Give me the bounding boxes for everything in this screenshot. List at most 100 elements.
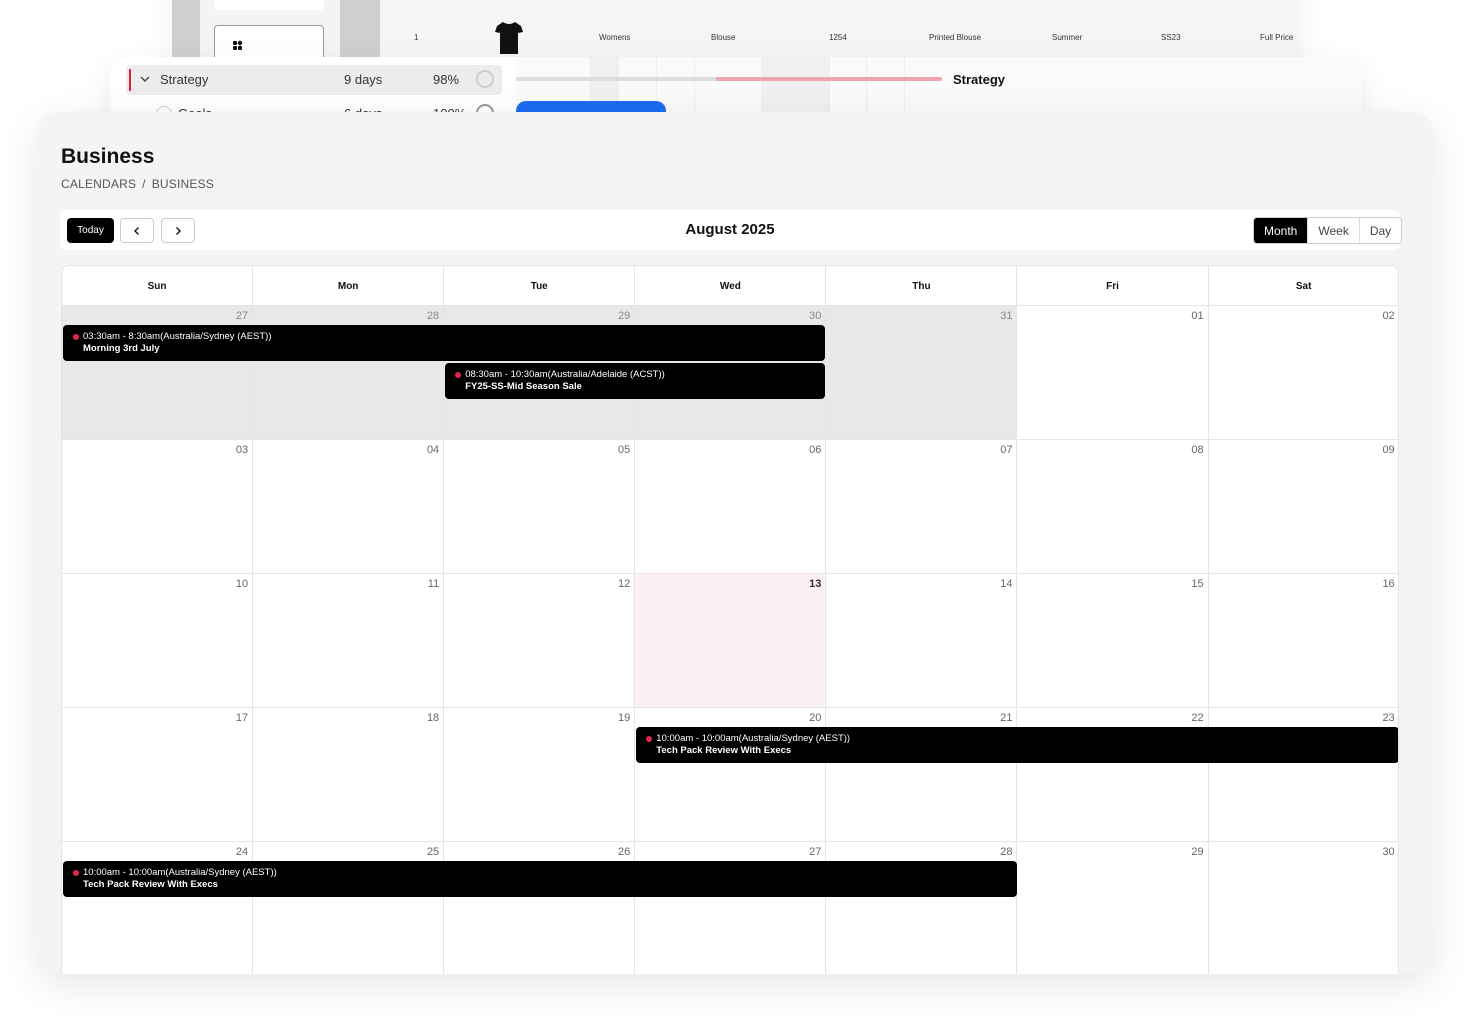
weekday-header: Sun Mon Tue Wed Thu Fri Sat xyxy=(62,266,1398,306)
day-number: 05 xyxy=(618,444,631,456)
view-week-button[interactable]: Week xyxy=(1308,218,1360,243)
breadcrumb-calendars[interactable]: CALENDARS xyxy=(61,177,136,191)
day-cell[interactable]: 11 xyxy=(253,574,445,708)
day-number: 02 xyxy=(1382,310,1395,322)
product-cell: Womens xyxy=(599,33,631,42)
weekday-tue: Tue xyxy=(444,266,636,306)
view-month-button[interactable]: Month xyxy=(1254,218,1309,243)
day-cell[interactable]: 17 xyxy=(62,708,254,842)
day-number: 08 xyxy=(1191,444,1204,456)
day-number: 18 xyxy=(426,712,440,724)
day-number: 06 xyxy=(809,444,822,456)
day-cell[interactable]: 29 xyxy=(1018,842,1209,974)
day-cell[interactable]: 19 xyxy=(444,708,636,842)
event-dot-icon xyxy=(455,372,462,378)
product-cell: Blouse xyxy=(711,33,736,42)
day-number: 26 xyxy=(618,846,631,858)
day-cell[interactable]: 03 xyxy=(62,440,254,574)
day-number: 29 xyxy=(618,310,631,322)
progress-ring-icon xyxy=(476,70,494,88)
month-title: August 2025 xyxy=(685,221,775,238)
gantt-row-days: 9 days xyxy=(344,72,383,87)
gantt-bar-label: Strategy xyxy=(953,72,1006,87)
day-cell[interactable]: 15 xyxy=(1017,574,1209,708)
day-cell[interactable]: 08 xyxy=(1017,440,1209,574)
weekday-wed: Wed xyxy=(635,266,827,306)
product-cell: Full Price xyxy=(1260,33,1294,42)
day-number: 22 xyxy=(1191,712,1204,724)
calendar-toolbar: Today August 2025 Month Week Day xyxy=(60,210,1403,250)
day-cell[interactable]: 04 xyxy=(253,440,445,574)
breadcrumb-business[interactable]: BUSINESS xyxy=(152,177,214,191)
calendar-event[interactable]: 03:30am - 8:30am(Australia/Sydney (AEST)… xyxy=(63,325,826,361)
event-time: 10:00am - 10:00am(Australia/Sydney (AEST… xyxy=(656,733,851,744)
day-number: 25 xyxy=(426,846,440,858)
day-cell[interactable]: 06 xyxy=(635,440,827,574)
weekday-sun: Sun xyxy=(62,266,254,306)
event-title: Tech Pack Review With Execs xyxy=(656,745,792,756)
day-number: 23 xyxy=(1382,712,1395,724)
day-number: 14 xyxy=(1000,578,1013,590)
event-title: Morning 3rd July xyxy=(83,343,160,354)
day-number: 20 xyxy=(809,712,822,724)
day-cell[interactable]: 09 xyxy=(1208,440,1398,574)
day-number: 31 xyxy=(1000,310,1013,322)
tshirt-icon xyxy=(495,22,523,54)
weekday-fri: Fri xyxy=(1018,266,1209,306)
day-cell[interactable]: 18 xyxy=(253,708,445,842)
chevron-down-icon[interactable] xyxy=(138,72,152,86)
day-number: 19 xyxy=(618,712,631,724)
calendar-event[interactable]: 10:00am - 10:00am(Australia/Sydney (AEST… xyxy=(63,861,1017,897)
day-number: 01 xyxy=(1191,310,1204,322)
day-number: 24 xyxy=(235,846,249,858)
event-title: Tech Pack Review With Execs xyxy=(83,879,218,890)
event-time: 08:30am - 10:30am(Australia/Adelaide (AC… xyxy=(465,369,665,380)
day-number: 04 xyxy=(426,444,440,456)
day-number: 11 xyxy=(427,578,440,590)
day-number: 17 xyxy=(235,712,249,724)
view-day-button[interactable]: Day xyxy=(1360,218,1401,243)
day-cell-today[interactable]: 13 xyxy=(635,574,827,708)
calendar-card: Business CALENDARS / BUSINESS Today August… xyxy=(38,112,1433,974)
day-cell[interactable]: 31 xyxy=(826,306,1018,440)
day-number: 27 xyxy=(235,310,249,322)
day-cell[interactable]: 05 xyxy=(444,440,636,574)
day-number: 03 xyxy=(235,444,249,456)
month-grid: Sun Mon Tue Wed Thu Fri Sat 27 28 29 30 31 01 02 03 04… xyxy=(61,265,1399,974)
product-cell: Summer xyxy=(1052,33,1083,42)
day-number: 12 xyxy=(618,578,631,590)
day-number: 28 xyxy=(426,310,440,322)
day-number: 27 xyxy=(809,846,822,858)
event-title: FY25-SS-Mid Season Sale xyxy=(465,381,582,392)
event-dot-icon xyxy=(73,334,79,340)
calendar-event[interactable]: 10:00am - 10:00am(Australia/Sydney (AEST… xyxy=(636,727,1398,763)
day-cell[interactable]: 16 xyxy=(1208,574,1398,708)
view-switcher: Month Week Day xyxy=(1253,217,1403,244)
weekday-sat: Sat xyxy=(1209,266,1398,306)
day-number: 07 xyxy=(1000,444,1013,456)
calendar-event[interactable]: 08:30am - 10:30am(Australia/Adelaide (AC… xyxy=(445,363,826,399)
day-cell[interactable]: 30 xyxy=(1209,842,1398,974)
gantt-row-strategy[interactable]: Strategy 9 days 98% xyxy=(126,65,502,95)
event-time: 10:00am - 10:00am(Australia/Sydney (AEST… xyxy=(83,867,277,878)
day-number: 10 xyxy=(235,578,249,590)
day-cell[interactable]: 01 xyxy=(1017,306,1209,440)
day-number: 15 xyxy=(1191,578,1204,590)
day-number: 29 xyxy=(1191,846,1204,858)
gantt-row-name: Strategy xyxy=(160,72,209,87)
weekday-mon: Mon xyxy=(253,266,445,306)
day-cell[interactable]: 10 xyxy=(62,574,254,708)
day-number: 13 xyxy=(809,578,822,590)
day-number: 16 xyxy=(1382,578,1395,590)
event-dot-icon xyxy=(73,870,79,876)
event-dot-icon xyxy=(646,736,653,742)
day-number: 30 xyxy=(1382,846,1395,858)
gantt-bar-strategy[interactable] xyxy=(716,77,942,81)
product-cell: SS23 xyxy=(1161,33,1181,42)
day-cell[interactable]: 07 xyxy=(826,440,1018,574)
product-cell: 1 xyxy=(414,33,419,42)
day-cell[interactable]: 02 xyxy=(1208,306,1398,440)
day-cell[interactable]: 14 xyxy=(826,574,1018,708)
breadcrumb-separator: / xyxy=(142,177,146,191)
day-cell[interactable]: 12 xyxy=(444,574,636,708)
